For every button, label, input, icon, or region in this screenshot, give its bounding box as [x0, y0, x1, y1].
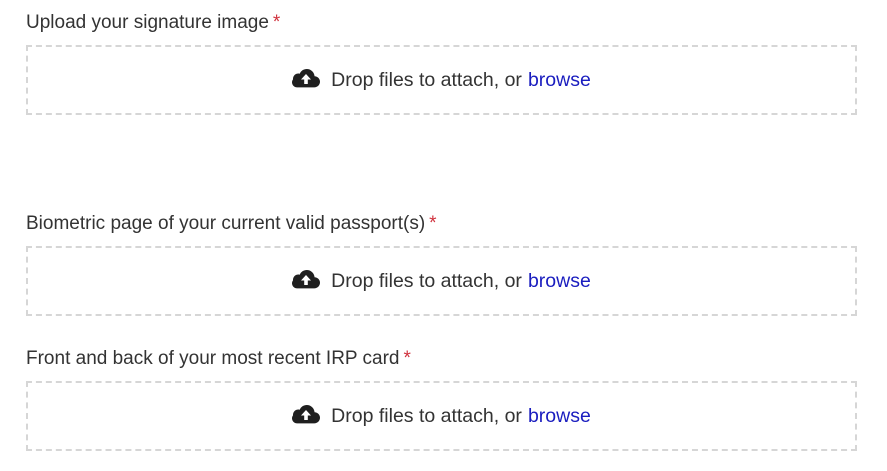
browse-link[interactable]: browse: [528, 405, 591, 428]
cloud-upload-icon: [292, 269, 321, 289]
field-label: Biometric page of your current valid pas…: [26, 213, 857, 235]
browse-link[interactable]: browse: [528, 270, 591, 293]
irp-card-upload-field: Front and back of your most recent IRP c…: [26, 348, 857, 451]
passport-dropzone[interactable]: Drop files to attach, or browse: [26, 246, 857, 316]
dropzone-text: Drop files to attach, or: [331, 404, 522, 427]
passport-upload-field: Biometric page of your current valid pas…: [26, 213, 857, 316]
dropzone-content: Drop files to attach, or browse: [292, 69, 591, 92]
dropzone-text: Drop files to attach, or: [331, 269, 522, 292]
signature-dropzone[interactable]: Drop files to attach, or browse: [26, 45, 857, 115]
field-label-text: Upload your signature image: [26, 12, 269, 33]
signature-upload-field: Upload your signature image * Drop files …: [26, 12, 857, 115]
required-marker: *: [403, 348, 411, 369]
dropzone-text: Drop files to attach, or: [331, 68, 522, 91]
required-marker: *: [272, 12, 281, 33]
dropzone-content: Drop files to attach, or browse: [292, 405, 591, 428]
irp-card-dropzone[interactable]: Drop files to attach, or browse: [26, 381, 857, 451]
browse-link[interactable]: browse: [528, 69, 591, 92]
field-label-text: Front and back of your most recent IRP c…: [26, 348, 400, 369]
cloud-upload-icon: [292, 404, 321, 424]
field-label-text: Biometric page of your current valid pas…: [26, 213, 426, 234]
required-marker: *: [429, 213, 437, 234]
dropzone-content: Drop files to attach, or browse: [292, 270, 591, 293]
field-label: Upload your signature image *: [26, 12, 857, 34]
field-label: Front and back of your most recent IRP c…: [26, 348, 857, 370]
cloud-upload-icon: [292, 68, 321, 88]
